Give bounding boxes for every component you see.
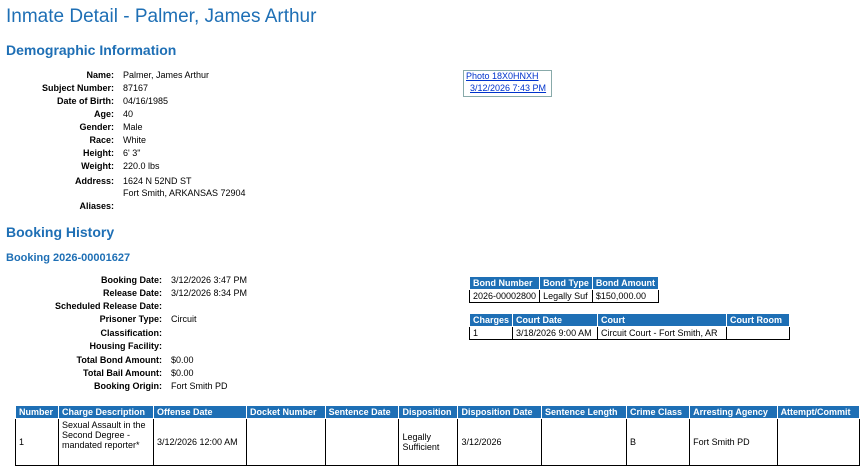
- table-cell: 1: [15, 418, 59, 466]
- table-header-row: Number Charge Description Offense Date D…: [15, 405, 861, 419]
- field-value: White: [123, 135, 147, 145]
- field-label: Weight:: [81, 161, 114, 171]
- page-title: Inmate Detail - Palmer, James Arthur: [6, 6, 317, 27]
- table-header: Arresting Agency: [689, 405, 778, 419]
- table-header: Court Date: [512, 313, 599, 327]
- table-cell: Sexual Assault in the Second Degree - ma…: [58, 418, 154, 466]
- field-label: Release Date:: [102, 288, 162, 298]
- field-value: 3/12/2026 3:47 PM: [171, 275, 248, 285]
- table-cell: [726, 326, 791, 340]
- table-cell: 1: [468, 326, 514, 340]
- photo-link[interactable]: Photo 18X0HNXH: [466, 71, 551, 81]
- field-value: $0.00: [171, 355, 194, 365]
- field-label: Scheduled Release Date:: [54, 301, 162, 311]
- field-value: 3/12/2026 8:34 PM: [171, 288, 248, 298]
- table-cell: Legally Suf: [539, 289, 593, 303]
- photo-date-link[interactable]: 3/12/2026 7:43 PM: [470, 83, 551, 93]
- table-header: Sentence Date: [324, 405, 400, 419]
- booking-fields: Booking Date: 3/12/2026 3:47 PM Release D…: [0, 275, 300, 395]
- table-header: Disposition Date: [457, 405, 542, 419]
- field-label: Booking Origin:: [94, 381, 162, 391]
- field-label: Height:: [83, 148, 114, 158]
- field-label: Total Bond Amount:: [76, 355, 162, 365]
- field-value: Male: [123, 122, 143, 132]
- field-value: 6' 3": [123, 148, 141, 158]
- field-label: Aliases:: [79, 201, 114, 211]
- field-label: Name:: [86, 70, 114, 80]
- table-row: 1 3/18/2026 9:00 AM Circuit Court - Fort…: [468, 326, 791, 340]
- table-header-row: Charges Court Date Court Court Room: [468, 313, 791, 327]
- field-label: Age:: [94, 109, 114, 119]
- field-value: Fort Smith PD: [171, 381, 228, 391]
- table-cell: 2026-00002800: [468, 289, 541, 303]
- field-label: Total Bail Amount:: [83, 368, 162, 378]
- table-header: Court: [597, 313, 728, 327]
- table-cell: 3/12/2026: [457, 418, 542, 466]
- table-cell: 3/18/2026 9:00 AM: [512, 326, 599, 340]
- table-header: Bond Type: [539, 276, 593, 290]
- table-cell: $150,000.00: [591, 289, 660, 303]
- field-label: Gender:: [79, 122, 114, 132]
- booking-history-heading: Booking History: [6, 224, 115, 240]
- table-header: Attempt/Commit: [776, 405, 861, 419]
- field-value: 40: [123, 109, 134, 119]
- table-header: Number: [15, 405, 59, 419]
- field-value: 04/16/1985: [123, 96, 169, 106]
- table-header: Charge Description: [58, 405, 154, 419]
- field-label: Housing Facility:: [89, 341, 162, 351]
- table-header: Crime Class: [626, 405, 691, 419]
- table-cell: [324, 418, 400, 466]
- field-value: 87167: [123, 83, 149, 93]
- bond-table: Bond Number Bond Type Bond Amount 2026-0…: [468, 276, 660, 303]
- table-cell: Circuit Court - Fort Smith, AR: [597, 326, 728, 340]
- field-value: $0.00: [171, 368, 194, 378]
- table-cell: [540, 418, 628, 466]
- court-table: Charges Court Date Court Court Room 1 3/…: [468, 313, 791, 340]
- field-label: Date of Birth:: [57, 96, 114, 106]
- table-header: Charges: [468, 313, 514, 327]
- table-header-row: Bond Number Bond Type Bond Amount: [468, 276, 660, 290]
- table-header: Sentence Length: [540, 405, 628, 419]
- table-cell: Legally Sufficient: [398, 418, 459, 466]
- field-label: Race:: [89, 135, 114, 145]
- field-label: Classification:: [100, 328, 162, 338]
- field-label: Prisoner Type:: [99, 314, 162, 324]
- field-value: 1624 N 52ND ST: [123, 176, 192, 186]
- table-header: Disposition: [398, 405, 459, 419]
- table-header: Offense Date: [153, 405, 247, 419]
- table-header: Bond Number: [468, 276, 541, 290]
- table-cell: 3/12/2026 12:00 AM: [153, 418, 247, 466]
- table-header: Bond Amount: [591, 276, 660, 290]
- field-label: Booking Date:: [100, 275, 162, 285]
- table-row: 1 Sexual Assault in the Second Degree - …: [15, 418, 861, 466]
- demographic-fields: Name: Palmer, James Arthur Subject Number…: [0, 70, 300, 220]
- table-cell: [776, 418, 861, 466]
- table-header: Docket Number: [246, 405, 326, 419]
- table-cell: [246, 418, 326, 466]
- table-cell: Fort Smith PD: [689, 418, 778, 466]
- field-value: Palmer, James Arthur: [123, 70, 210, 80]
- demographic-heading: Demographic Information: [6, 42, 177, 58]
- booking-number-heading: Booking 2026-00001627: [6, 252, 131, 264]
- inmate-photo[interactable]: Photo 18X0HNXH 3/12/2026 7:43 PM: [463, 70, 552, 97]
- field-value: Circuit: [171, 314, 197, 324]
- table-header: Court Room: [726, 313, 791, 327]
- field-value-line2: Fort Smith, ARKANSAS 72904: [123, 188, 246, 198]
- table-row: 2026-00002800 Legally Suf $150,000.00: [468, 289, 660, 303]
- charges-table: Number Charge Description Offense Date D…: [15, 405, 861, 466]
- table-cell: B: [626, 418, 691, 466]
- field-label: Subject Number:: [41, 83, 114, 93]
- field-label: Address:: [74, 176, 114, 186]
- field-value: 220.0 lbs: [123, 161, 160, 171]
